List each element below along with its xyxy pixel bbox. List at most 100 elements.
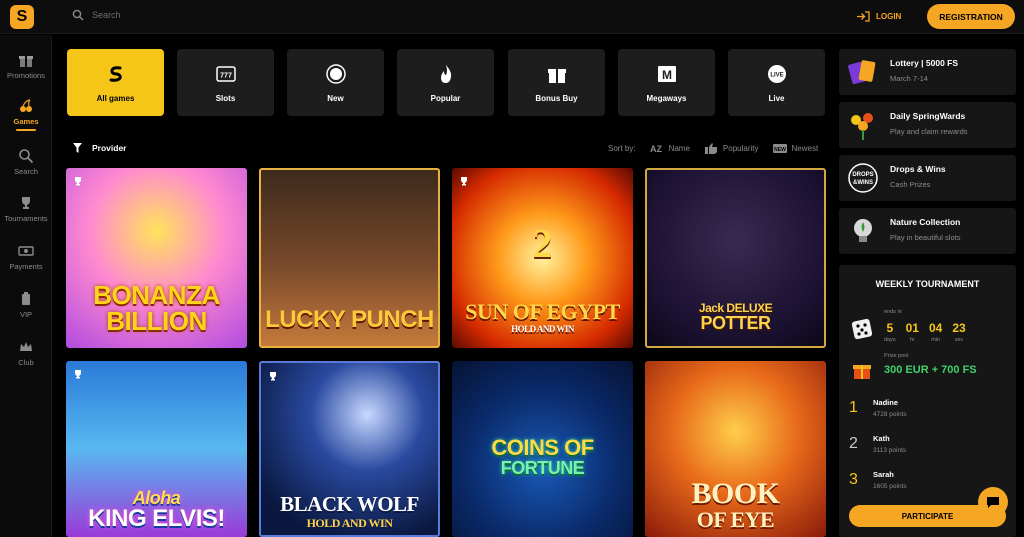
sort-by-label: Sort by:: [608, 144, 636, 153]
countdown-unit: days: [884, 337, 896, 343]
player-points: 1605 points: [873, 483, 907, 490]
sort-popularity[interactable]: Popularity: [704, 143, 759, 154]
countdown-seconds: 23 sec: [952, 321, 965, 343]
game-title: SUN OF EGYPT HOLD AND WIN: [452, 301, 633, 334]
countdown-unit: sec: [954, 337, 964, 343]
game-card-jack-potter-deluxe[interactable]: Jack DELUXE POTTER: [645, 168, 826, 348]
sort-name[interactable]: AZ Name: [650, 143, 690, 154]
search-icon: [72, 9, 84, 21]
sidebar-item-promotions[interactable]: Promotions: [0, 52, 52, 80]
chat-button[interactable]: [978, 487, 1008, 517]
promo-title: Lottery | 5000 FS: [890, 58, 959, 68]
category-label: All games: [96, 93, 135, 103]
trophy-badge: [268, 368, 278, 386]
player-name: Nadine: [873, 398, 899, 407]
provider-filter[interactable]: Provider: [73, 143, 127, 153]
category-label: Megaways: [646, 93, 687, 103]
sidebar: Promotions Games Search Tournaments Paym…: [0, 35, 52, 537]
category-bonus-buy[interactable]: Bonus Buy: [508, 49, 605, 116]
sidebar-item-payments[interactable]: Payments: [0, 243, 52, 271]
category-popular[interactable]: Popular: [397, 49, 494, 116]
game-card-coins-of-fortune[interactable]: COINS OF FORTUNE: [452, 361, 633, 537]
game-title-line2: HOLD AND WIN: [511, 324, 574, 334]
search-icon: [19, 149, 34, 164]
filter-icon: [73, 143, 82, 153]
countdown-value: 04: [928, 321, 943, 335]
drops-wins-icon: DROPS&WINS: [848, 163, 878, 193]
site-logo[interactable]: S: [10, 5, 34, 29]
player-name: Sarah: [873, 470, 894, 479]
sort-bar: Sort by: AZ Name Popularity NEW Newest: [608, 143, 818, 154]
promo-subtitle: March 7-14: [890, 74, 928, 83]
trophy-icon: [22, 197, 30, 209]
game-title-line2: OF EYE: [696, 507, 775, 532]
promo-lottery[interactable]: Lottery | 5000 FS March 7-14: [839, 49, 1016, 95]
new-badge-icon: [325, 63, 346, 84]
provider-label: Provider: [92, 143, 127, 153]
trophy-icon: [461, 177, 467, 186]
svg-text:NEW: NEW: [774, 147, 786, 153]
live-icon: LIVE: [767, 64, 786, 83]
cherries-icon: [20, 99, 32, 112]
prize-pool-value: 300 EUR + 700 FS: [884, 364, 977, 376]
sort-option-label: Newest: [791, 144, 819, 153]
promo-nature-collection[interactable]: Nature Collection Play in beautiful slot…: [839, 208, 1016, 254]
game-title-line1: COINS OF: [491, 435, 594, 460]
sidebar-item-tournaments[interactable]: Tournaments: [0, 195, 52, 223]
sidebar-label: VIP: [19, 310, 33, 319]
megaways-icon: M: [657, 65, 676, 82]
trophy-icon: [270, 372, 276, 381]
promo-title: Daily SpringWards: [890, 111, 966, 121]
chat-icon: [987, 497, 999, 508]
search-input[interactable]: Search: [92, 10, 121, 20]
game-card-lucky-punch[interactable]: LUCKY PUNCH: [259, 168, 440, 348]
svg-text:M: M: [662, 68, 672, 82]
countdown: 5 days 01 hr 04 min 23 sec: [884, 321, 966, 343]
game-card-book-of-eye[interactable]: BOOK OF EYE: [645, 361, 826, 537]
category-new[interactable]: New: [287, 49, 384, 116]
thumbs-up-icon: [704, 143, 717, 154]
game-card-aloha-king-elvis[interactable]: Aloha KING ELVIS!: [66, 361, 247, 537]
game-title-line2: BILLION: [106, 306, 207, 336]
top-bar: S Search LOGIN REGISTRATION: [0, 0, 1024, 34]
countdown-minutes: 04 min: [929, 321, 942, 343]
svg-text:777: 777: [220, 72, 232, 79]
active-indicator: [16, 129, 36, 131]
sidebar-item-vip[interactable]: VIP: [0, 291, 52, 319]
promo-daily-springwards[interactable]: Daily SpringWards Play and claim rewards: [839, 102, 1016, 148]
game-card-sun-of-egypt-2[interactable]: 2 SUN OF EGYPT HOLD AND WIN: [452, 168, 633, 348]
login-button[interactable]: LOGIN: [856, 11, 901, 22]
cash-icon: [18, 246, 34, 256]
trophy-badge: [459, 173, 469, 191]
game-title: BLACK WOLF HOLD AND WIN: [261, 494, 438, 530]
game-title-line1: SUN OF EGYPT: [465, 299, 620, 324]
sidebar-item-search[interactable]: Search: [0, 148, 52, 176]
promo-subtitle: Cash Prizes: [890, 180, 931, 189]
game-title: LUCKY PUNCH: [261, 308, 438, 332]
sort-newest[interactable]: NEW Newest: [772, 143, 819, 154]
sidebar-label: Search: [14, 167, 38, 176]
countdown-hours: 01 hr: [906, 321, 919, 343]
registration-button[interactable]: REGISTRATION: [927, 4, 1015, 29]
countdown-value: 01: [905, 321, 919, 335]
category-slots[interactable]: 777 Slots: [177, 49, 274, 116]
leaderboard-row: 3 Sarah 1605 points: [849, 470, 907, 490]
trophy-badge: [73, 366, 83, 384]
category-all-games[interactable]: All games: [67, 49, 164, 116]
game-title-line2: HOLD AND WIN: [306, 516, 393, 530]
game-title-line2: POTTER: [700, 313, 771, 333]
game-card-bonanza-billion[interactable]: BONANZA BILLION: [66, 168, 247, 348]
category-label: Popular: [430, 93, 461, 103]
game-card-black-wolf[interactable]: BLACK WOLF HOLD AND WIN: [259, 361, 440, 537]
category-label: Slots: [215, 93, 236, 103]
category-megaways[interactable]: M Megaways: [618, 49, 715, 116]
promo-drops-wins[interactable]: DROPS &WINS Drops & Wins Cash Prizes: [839, 155, 1016, 201]
category-live[interactable]: LIVE Live: [728, 49, 825, 116]
search-bar[interactable]: Search: [72, 9, 121, 21]
countdown-value: 23: [952, 321, 966, 335]
sidebar-item-club[interactable]: Club: [0, 339, 52, 367]
countdown-unit: min: [931, 337, 941, 343]
sidebar-item-games[interactable]: Games: [0, 98, 52, 131]
tournament-title: WEEKLY TOURNAMENT: [875, 279, 980, 289]
login-label: LOGIN: [876, 12, 902, 21]
